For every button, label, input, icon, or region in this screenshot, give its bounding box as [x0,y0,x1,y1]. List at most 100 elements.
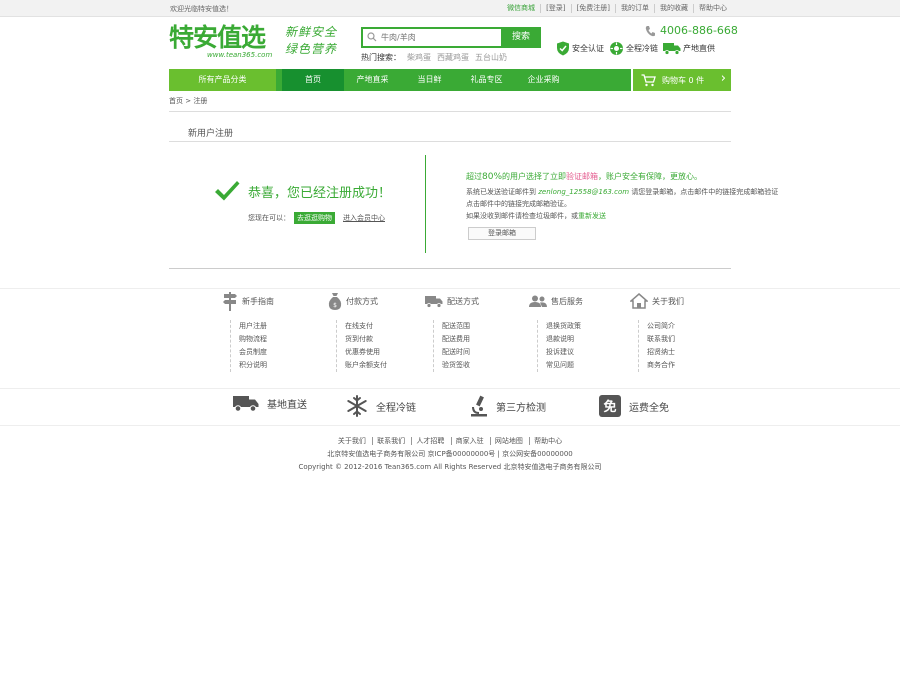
member-center-link[interactable]: 进入会员中心 [343,213,385,223]
hotline: 4006-886-668 [645,24,738,37]
footer-link[interactable]: 联系我们 [372,437,410,445]
top-links: 微信商城 [登录] [免费注册] 我的订单 我的收藏 帮助中心 [502,4,732,13]
slogan-line-1: 新鲜安全 [285,25,338,39]
badge-coldchain: 全程冷链 [609,41,658,56]
breadcrumb: 首页 > 注册 [169,97,208,105]
nav-item-fresh[interactable]: 当日鲜 [401,69,458,91]
help-link[interactable]: 退款说明 [546,333,639,346]
feature-inspection: 第三方检测 [470,395,546,417]
footer-copyright: Copyright © 2012-2016 Tean365.com All Ri… [298,463,602,471]
help-column-title: 关于我们 [652,296,684,306]
top-bar: 欢迎光临特安值选！ 微信商城 [登录] [免费注册] 我的订单 我的收藏 帮助中… [0,0,900,17]
verify-info-1: 系统已发送验证邮件到 zenlong_12558@163.com 请您登录邮箱，… [466,188,779,196]
nav-item-gifts[interactable]: 礼品专区 [458,69,515,91]
help-link[interactable]: 招贤纳士 [647,346,740,359]
wechat-link[interactable]: 微信商城 [502,4,540,13]
signpost-icon [223,292,237,311]
site-logo[interactable]: 特安值选 www.tean365.com [169,24,279,64]
truck-icon [663,43,681,55]
hot-item[interactable]: 西藏鸡蛋 [437,52,469,63]
verify-info-2: 点击邮件中的链接完成邮箱验证。 [466,200,571,208]
help-link[interactable]: 用户注册 [239,320,332,333]
service-badges: 安全认证 全程冷链 产地直供 [556,41,720,56]
money-bag-icon: $ [328,292,342,310]
cart-button[interactable]: 购物车 0 件 › [631,69,731,91]
footer-link[interactable]: 帮助中心 [529,437,567,445]
help-link[interactable]: 商务合作 [647,359,740,372]
verify-tip: 超过80%的用户选择了立即验证邮箱，账户安全有保障，更放心。 [466,172,703,182]
slogan: 新鲜安全 绿色营养 [285,24,347,58]
hot-item[interactable]: 五台山奶 [475,52,507,63]
truck-icon [233,396,259,412]
footer-link[interactable]: 商家入驻 [450,437,488,445]
help-link[interactable]: 常见问题 [546,359,639,372]
footer-icp: 北京特安值选电子商务有限公司 京ICP备00000000号 | 京公网安备000… [327,450,573,458]
hot-label: 热门搜索： [361,53,401,62]
success-message: 恭喜，您已经注册成功！ [248,186,392,201]
login-email-button[interactable]: 登录邮箱 [468,227,536,240]
divider [169,268,731,269]
nav-item-home[interactable]: 首页 [282,69,344,91]
help-column-service: 售后服务 退换货政策 退款说明 投诉建议 常见问题 [529,292,639,372]
help-link[interactable]: 配送费用 [442,333,535,346]
chevron-right-icon: › [720,71,726,86]
help-link[interactable]: 配送时间 [442,346,535,359]
divider [0,425,900,426]
footer-link[interactable]: 网站地图 [489,437,527,445]
next-actions: 您现在可以： 去逛逛购物 进入会员中心 [248,212,385,224]
feature-freeshipping: 免 运费全免 [599,395,669,417]
go-shopping-button[interactable]: 去逛逛购物 [294,212,335,224]
nav-item-origin[interactable]: 产地直采 [344,69,401,91]
footer-link[interactable]: 关于我们 [334,437,370,445]
help-column-title: 付款方式 [346,296,378,306]
divider [0,288,900,289]
shield-icon [557,41,569,56]
badge-origin: 产地直供 [663,42,715,55]
logo-url: www.tean365.com [207,51,273,59]
resend-link[interactable]: 重新发送 [578,212,606,220]
feature-coldchain: 全程冷链 [346,395,416,417]
search-input[interactable] [381,31,496,44]
nav-item-enterprise[interactable]: 企业采购 [515,69,572,91]
cart-label: 购物车 0 件 [662,75,705,85]
email-address: zenlong_12558@163.com [538,188,630,196]
help-link[interactable]: 联系我们 [647,333,740,346]
checkmark-icon [215,181,240,201]
help-link[interactable]: 积分说明 [239,359,332,372]
hot-searches: 热门搜索： 柴鸡蛋 西藏鸡蛋 五台山奶 [361,52,507,63]
divider [169,141,731,142]
all-categories-button[interactable]: 所有产品分类 [169,69,276,91]
help-link[interactable]: 投诉建议 [546,346,639,359]
next-label: 您现在可以： [248,214,290,222]
help-link[interactable]: 会员制度 [239,346,332,359]
logo-text: 特安值选 [169,23,266,52]
help-column-delivery: 配送方式 配送范围 配送费用 配送时间 验货签收 [425,292,535,372]
help-link[interactable]: 购物流程 [239,333,332,346]
help-link[interactable]: 退换货政策 [546,320,639,333]
truck-icon [425,295,443,308]
help-center-link[interactable]: 帮助中心 [693,4,732,13]
divider [169,111,731,112]
footer-links: 关于我们 联系我们 人才招聘 商家入驻 网站地图 帮助中心 [0,436,900,446]
favorites-link[interactable]: 我的收藏 [654,4,693,13]
badge-safety: 安全认证 [556,41,604,56]
free-icon: 免 [599,395,621,417]
help-link[interactable]: 配送范围 [442,320,535,333]
hot-item[interactable]: 柴鸡蛋 [407,52,431,63]
login-link[interactable]: [登录] [540,4,570,13]
help-link[interactable]: 公司简介 [647,320,740,333]
my-orders-link[interactable]: 我的订单 [615,4,654,13]
help-column-payment: $ 付款方式 在线支付 货到付款 优惠券使用 账户余额支付 [328,292,438,372]
search-icon [367,32,377,42]
slogan-line-2: 绿色营养 [285,42,338,56]
search-button[interactable]: 搜索 [501,27,541,48]
footer-link[interactable]: 人才招聘 [411,437,449,445]
page-title: 新用户注册 [188,129,234,139]
help-column-about: 关于我们 公司简介 联系我们 招贤纳士 商务合作 [630,292,740,372]
users-icon [529,295,547,307]
snowflake-icon [347,395,367,417]
register-link[interactable]: [免费注册] [570,4,615,13]
main-nav: 所有产品分类 首页 产地直采 当日鲜 礼品专区 企业采购 购物车 0 件 › [169,69,731,91]
help-link[interactable]: 验货签收 [442,359,535,372]
svg-text:免: 免 [603,399,616,415]
